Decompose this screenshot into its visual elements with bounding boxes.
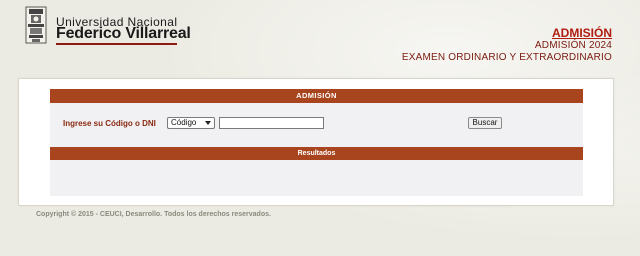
search-form: Ingrese su Código o DNI Código Buscar: [50, 103, 583, 147]
search-type-select[interactable]: Código: [167, 117, 215, 129]
results-section-header: Resultados: [50, 147, 583, 160]
admission-year: ADMISIÓN 2024: [534, 40, 612, 51]
search-input[interactable]: [219, 117, 324, 129]
admission-section-header: ADMISIÓN: [50, 89, 583, 103]
search-button[interactable]: Buscar: [468, 117, 502, 129]
exam-type: EXAMEN ORDINARIO Y EXTRAORDINARIO: [401, 52, 612, 63]
admission-link[interactable]: ADMISIÓN: [402, 26, 612, 40]
university-name-line2: Federico Villarreal: [56, 25, 191, 42]
logo-underline: [56, 43, 177, 45]
header-info: ADMISIÓN ADMISIÓN 2024 EXAMEN ORDINARIO …: [402, 26, 612, 64]
university-logo: Universidad Nacional Federico Villarreal: [24, 6, 191, 45]
chevron-down-icon: [205, 121, 211, 125]
search-label: Ingrese su Código o DNI: [63, 119, 156, 128]
main-card: ADMISIÓN Ingrese su Código o DNI Código …: [18, 78, 614, 206]
footer-copyright: Copyright © 2015 - CEUCI, Desarrollo. To…: [36, 211, 271, 218]
search-type-value: Código: [171, 118, 197, 127]
university-crest-icon: [25, 6, 47, 44]
results-panel: [50, 160, 583, 196]
